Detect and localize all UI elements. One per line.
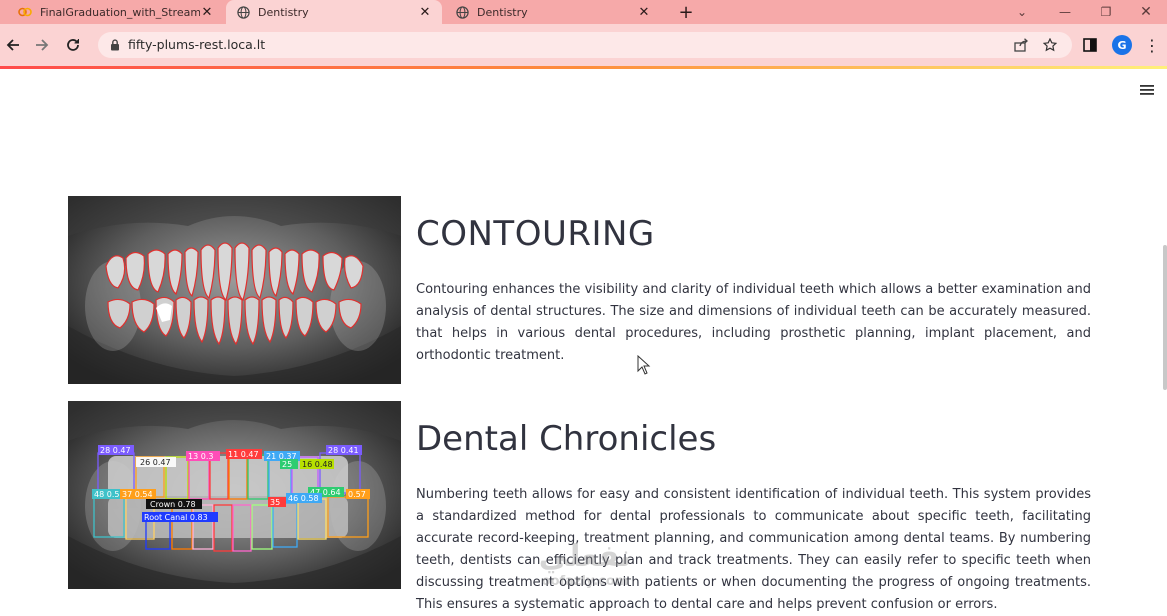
browser-tab-dentistry-active[interactable]: Dentistry ✕: [226, 0, 442, 24]
tab-title: FinalGraduation_with_Streamlit: [40, 5, 200, 19]
detection-label: 35: [270, 498, 280, 507]
detection-label: Root Canal 0.83: [144, 513, 208, 522]
tab-title: Dentistry: [258, 5, 309, 19]
section-text-contouring: Contouring enhances the visibility and c…: [416, 282, 1091, 363]
tab-title: Dentistry: [477, 5, 528, 19]
share-icon[interactable]: [1012, 37, 1030, 53]
browser-tab-streamlit[interactable]: FinalGraduation_with_Streamlit ✕: [8, 0, 224, 24]
star-icon[interactable]: [1041, 37, 1059, 53]
detection-label: Crown 0.78: [150, 500, 196, 509]
detection-label: 25: [282, 460, 292, 469]
globe-icon: [236, 5, 250, 19]
back-button[interactable]: [2, 34, 24, 56]
detection-label: 28 0.41: [328, 446, 359, 455]
detection-label: 0.57: [348, 490, 366, 499]
detection-label: 26 0.47: [140, 458, 171, 467]
browser-toolbar: fifty-plums-rest.loca.lt ⋮: [0, 24, 1167, 66]
browser-tab-bar: FinalGraduation_with_Streamlit ✕ Dentist…: [0, 0, 1167, 24]
detection-label: 11 0.47: [228, 450, 259, 459]
tab-search-icon[interactable]: ⌄: [1002, 0, 1042, 24]
minimize-button[interactable]: —: [1045, 0, 1085, 24]
detection-label: 37 0.54: [122, 490, 153, 499]
lock-icon[interactable]: [108, 38, 122, 52]
url-text[interactable]: fifty-plums-rest.loca.lt: [128, 37, 265, 52]
close-icon[interactable]: ✕: [200, 5, 214, 20]
maximize-button[interactable]: ❐: [1086, 0, 1126, 24]
watermark-logo: نفعلي oofazly.com: [510, 540, 660, 610]
colab-icon: [18, 5, 32, 19]
browser-tab-dentistry[interactable]: Dentistry ✕: [445, 0, 661, 24]
close-icon[interactable]: ✕: [637, 5, 651, 20]
reload-icon: [67, 39, 79, 51]
reload-button[interactable]: [62, 34, 84, 56]
arrow-right-icon: [36, 39, 49, 51]
section-title-contouring: CONTOURING: [416, 214, 655, 254]
close-window-button[interactable]: ✕: [1126, 0, 1166, 24]
side-panel-icon[interactable]: [1080, 36, 1100, 54]
watermark-line2: oofazly.com: [541, 574, 629, 589]
address-bar[interactable]: fifty-plums-rest.loca.lt: [98, 32, 1072, 58]
xray-numbering-image: 28 0.47 26 0.47 13 0.3 11 0.47 21 0.37 2…: [68, 401, 401, 589]
globe-icon: [455, 5, 469, 19]
detection-label: 48 0.5: [94, 490, 119, 499]
section-title-dental-chronicles: Dental Chronicles: [416, 419, 717, 459]
watermark-line1: نفعلي: [538, 539, 632, 574]
profile-avatar[interactable]: G: [1112, 35, 1132, 55]
mouse-cursor-icon: [637, 355, 651, 375]
close-icon[interactable]: ✕: [418, 5, 432, 20]
detection-label: 13 0.3: [188, 452, 213, 461]
new-tab-button[interactable]: +: [676, 2, 696, 23]
forward-button[interactable]: [31, 34, 53, 56]
hamburger-menu-icon[interactable]: [1138, 82, 1156, 98]
kebab-menu-icon[interactable]: ⋮: [1142, 36, 1162, 55]
detection-label: 28 0.47: [100, 446, 131, 455]
arrow-left-icon: [6, 39, 19, 51]
detection-label: 16 0.48: [302, 460, 333, 469]
streamlit-decoration-bar: [0, 66, 1167, 69]
detection-label: 46 0.58: [288, 494, 319, 503]
xray-contouring-image: [68, 196, 401, 384]
page-scrollbar[interactable]: [1163, 245, 1167, 390]
